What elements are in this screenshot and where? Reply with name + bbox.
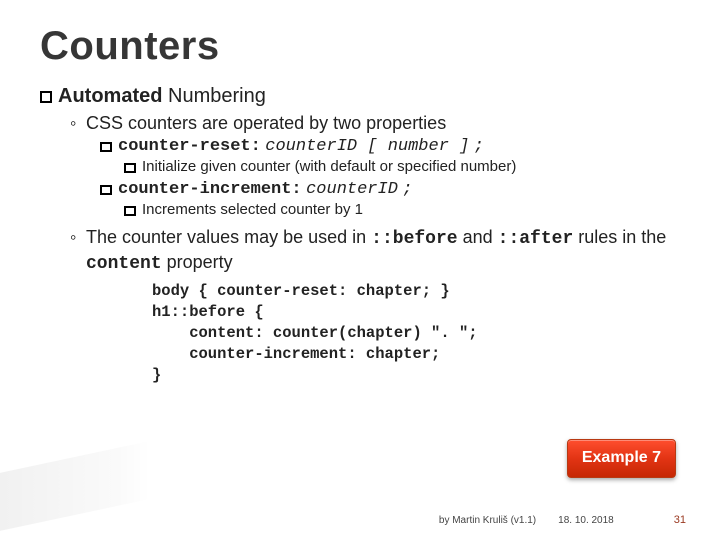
slide-title: Counters <box>40 24 686 69</box>
bullet-2-code-2: ::after <box>498 229 574 249</box>
prop-1-desc-text: Initialize given counter (with default o… <box>142 158 516 177</box>
sub-bullet-icon: ◦ <box>70 226 82 249</box>
prop-1-args: counterID [ number ] <box>265 137 469 156</box>
prop-2-desc: Increments selected counter by 1 <box>124 201 686 220</box>
square-bullet-icon <box>100 185 112 195</box>
bullet-2-mid2: rules in the <box>573 227 666 247</box>
prop-1-tail: ; <box>474 137 484 156</box>
bullet-2-text: The counter values may be used in ::befo… <box>86 226 686 275</box>
section-heading-rest: Numbering <box>168 85 266 107</box>
footer-page-number: 31 <box>674 514 686 526</box>
bullet-1: ◦ CSS counters are operated by two prope… <box>70 112 686 135</box>
prop-1: counter-reset: counterID [ number ] ; <box>100 137 686 156</box>
bullet-2-post: property <box>162 252 233 272</box>
prop-2-desc-text: Increments selected counter by 1 <box>142 201 363 220</box>
section-heading: Automated Numbering <box>40 85 686 108</box>
code-example: body { counter-reset: chapter; } h1::bef… <box>152 281 686 386</box>
footer-date: 18. 10. 2018 <box>558 515 614 526</box>
prop-2-tail: ; <box>402 180 412 199</box>
sub-bullet-icon: ◦ <box>70 112 82 135</box>
square-bullet-icon <box>124 206 136 216</box>
bullet-2-code-1: ::before <box>371 229 457 249</box>
prop-1-name: counter-reset: <box>118 137 261 156</box>
example-badge: Example 7 <box>567 439 676 478</box>
bullet-2: ◦ The counter values may be used in ::be… <box>70 226 686 275</box>
footer-credit: by Martin Kruliš (v1.1) <box>439 515 536 526</box>
square-bullet-icon <box>100 142 112 152</box>
square-bullet-icon <box>124 163 136 173</box>
footer: by Martin Kruliš (v1.1) 18. 10. 2018 31 <box>40 514 686 526</box>
bullet-2-code-3: content <box>86 254 162 274</box>
prop-2: counter-increment: counterID ; <box>100 180 686 199</box>
section-heading-strong: Automated <box>58 85 162 107</box>
bullet-2-mid: and <box>458 227 498 247</box>
prop-1-desc: Initialize given counter (with default o… <box>124 158 686 177</box>
bullet-2-pre: The counter values may be used in <box>86 227 371 247</box>
square-bullet-icon <box>40 91 52 103</box>
prop-2-name: counter-increment: <box>118 180 302 199</box>
bullet-1-text: CSS counters are operated by two propert… <box>86 112 446 135</box>
prop-2-args: counterID <box>306 180 398 199</box>
